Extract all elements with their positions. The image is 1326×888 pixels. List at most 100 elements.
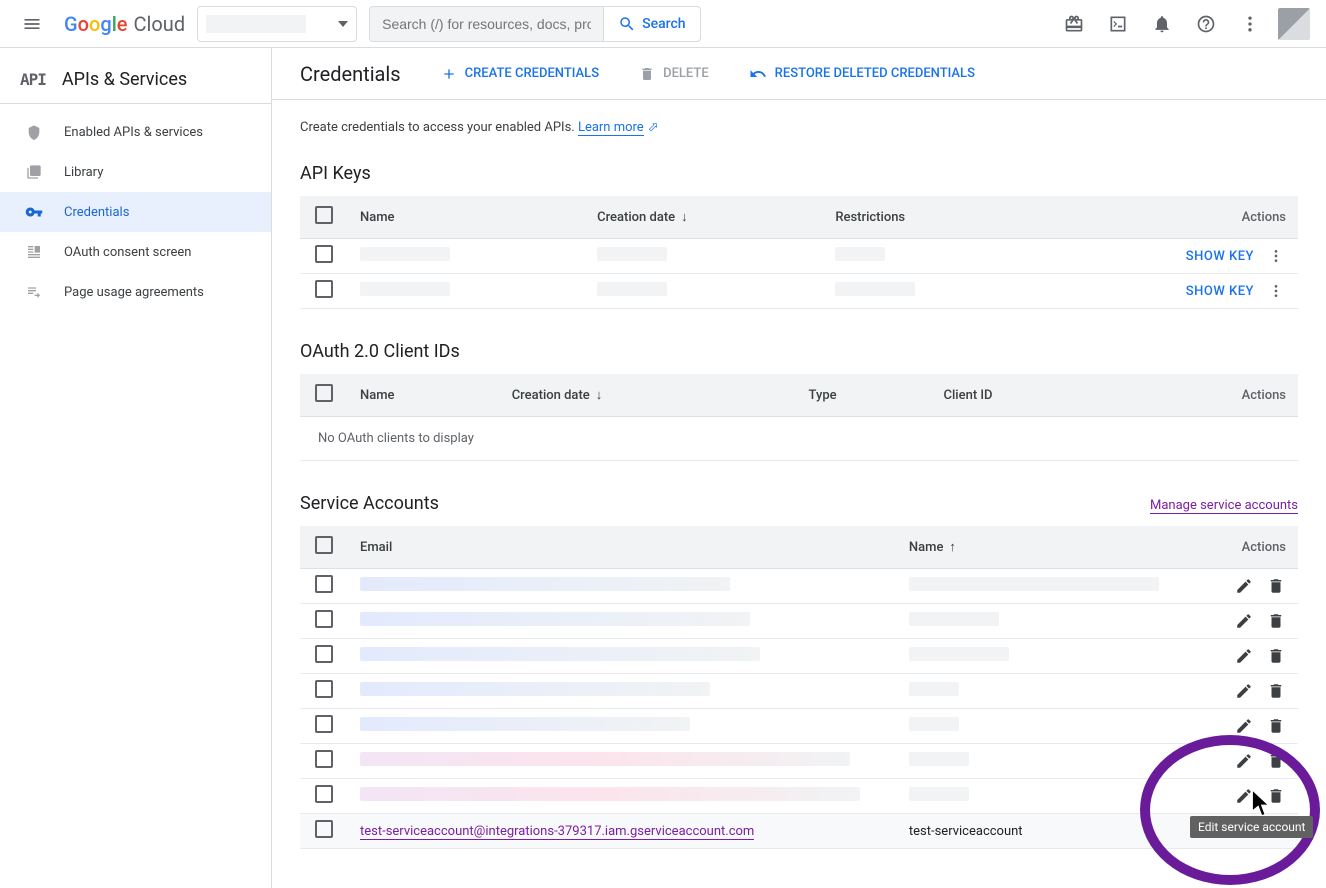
row-checkbox[interactable] xyxy=(315,715,333,733)
delete-button[interactable] xyxy=(1266,716,1286,736)
edit-button[interactable] xyxy=(1234,786,1254,806)
create-credentials-button[interactable]: CREATE CREDENTIALS xyxy=(441,66,599,82)
col-restrictions[interactable]: Restrictions xyxy=(823,196,1039,239)
more-actions-button[interactable] xyxy=(1266,246,1286,266)
notifications-icon[interactable] xyxy=(1142,4,1182,44)
col-name[interactable]: Name xyxy=(348,374,500,417)
service-account-row xyxy=(300,709,1298,744)
header-utility-icons xyxy=(1054,4,1314,44)
search-input[interactable] xyxy=(370,7,603,41)
redacted-date xyxy=(597,247,667,261)
redacted-restrictions xyxy=(835,282,915,296)
free-trial-icon[interactable] xyxy=(1054,4,1094,44)
oauth-clients-section: OAuth 2.0 Client IDs Name Creation date↓… xyxy=(300,341,1298,461)
nav-library[interactable]: Library xyxy=(0,152,271,192)
select-all-checkbox[interactable] xyxy=(315,206,333,224)
consent-icon xyxy=(24,244,44,260)
edit-button[interactable] xyxy=(1234,716,1254,736)
edit-button[interactable] xyxy=(1234,646,1254,666)
col-actions: Actions xyxy=(1121,374,1298,417)
col-type[interactable]: Type xyxy=(797,374,932,417)
redacted-email xyxy=(360,717,690,731)
api-keys-section: API Keys Name Creation date↓ Restriction… xyxy=(300,163,1298,309)
select-all-checkbox[interactable] xyxy=(315,536,333,554)
show-key-button[interactable]: SHOW KEY xyxy=(1186,284,1254,299)
service-account-name: test-serviceaccount xyxy=(897,814,1211,849)
nav-credentials[interactable]: Credentials xyxy=(0,192,271,232)
project-selector[interactable] xyxy=(197,6,357,42)
sidebar: API APIs & Services Enabled APIs & servi… xyxy=(0,48,272,888)
search-button[interactable]: Search xyxy=(603,7,699,41)
external-link-icon: ⬀ xyxy=(648,120,659,135)
col-client-id[interactable]: Client ID xyxy=(932,374,1121,417)
hamburger-menu[interactable] xyxy=(12,4,52,44)
row-checkbox[interactable] xyxy=(315,575,333,593)
key-icon xyxy=(24,203,44,221)
row-checkbox[interactable] xyxy=(315,610,333,628)
delete-button[interactable] xyxy=(1266,611,1286,631)
redacted-name xyxy=(360,247,450,261)
row-checkbox[interactable] xyxy=(315,680,333,698)
delete-button[interactable]: DELETE xyxy=(639,66,709,82)
col-creation-date[interactable]: Creation date↓ xyxy=(500,374,797,417)
col-creation-date[interactable]: Creation date↓ xyxy=(585,196,823,239)
google-cloud-logo[interactable]: Google Cloud xyxy=(64,12,185,36)
helper-text: Create credentials to access your enable… xyxy=(300,120,1298,135)
col-name[interactable]: Name↑ xyxy=(897,526,1211,569)
col-name[interactable]: Name xyxy=(348,196,585,239)
delete-button[interactable] xyxy=(1266,681,1286,701)
nav-enabled-apis[interactable]: Enabled APIs & services xyxy=(0,112,271,152)
delete-button[interactable] xyxy=(1266,786,1286,806)
restore-deleted-button[interactable]: RESTORE DELETED CREDENTIALS xyxy=(749,65,975,83)
redacted-email xyxy=(360,647,760,661)
service-account-row xyxy=(300,779,1298,814)
search-icon xyxy=(618,15,636,33)
row-checkbox[interactable] xyxy=(315,820,333,838)
page-title: Credentials xyxy=(300,62,401,86)
service-accounts-section: Service Accounts Manage service accounts… xyxy=(300,493,1298,849)
edit-button[interactable] xyxy=(1234,611,1254,631)
redacted-email xyxy=(360,752,850,766)
search-bar: Search xyxy=(369,6,700,42)
learn-more-link[interactable]: Learn more xyxy=(578,120,644,136)
more-actions-button[interactable] xyxy=(1266,281,1286,301)
row-checkbox[interactable] xyxy=(315,785,333,803)
help-icon[interactable] xyxy=(1186,4,1226,44)
delete-button[interactable] xyxy=(1266,751,1286,771)
row-checkbox[interactable] xyxy=(315,245,333,263)
redacted-email xyxy=(360,682,710,696)
delete-button[interactable] xyxy=(1266,576,1286,596)
row-checkbox[interactable] xyxy=(315,750,333,768)
plus-icon xyxy=(441,66,457,82)
select-all-checkbox[interactable] xyxy=(315,384,333,402)
account-avatar[interactable] xyxy=(1274,4,1314,44)
api-key-row: SHOW KEY xyxy=(300,274,1298,309)
redacted-name xyxy=(909,787,969,801)
nav-oauth-consent[interactable]: OAuth consent screen xyxy=(0,232,271,272)
main-content: Credentials CREATE CREDENTIALS DELETE RE… xyxy=(272,48,1326,888)
edit-button[interactable] xyxy=(1234,681,1254,701)
row-checkbox[interactable] xyxy=(315,645,333,663)
show-key-button[interactable]: SHOW KEY xyxy=(1186,249,1254,264)
service-account-row xyxy=(300,744,1298,779)
col-email[interactable]: Email xyxy=(348,526,897,569)
project-name-redacted xyxy=(206,15,306,33)
sort-desc-icon: ↓ xyxy=(681,209,688,225)
sort-desc-icon: ↓ xyxy=(596,387,603,403)
sidebar-title: API APIs & Services xyxy=(0,56,271,104)
trash-icon xyxy=(639,66,655,82)
col-actions: Actions xyxy=(1211,526,1298,569)
edit-button[interactable] xyxy=(1234,576,1254,596)
redacted-restrictions xyxy=(835,247,885,261)
api-keys-table: Name Creation date↓ Restrictions Actions xyxy=(300,196,1298,309)
service-account-row xyxy=(300,604,1298,639)
service-account-email-link[interactable]: test-serviceaccount@integrations-379317.… xyxy=(360,824,754,840)
cloud-shell-icon[interactable] xyxy=(1098,4,1138,44)
delete-button[interactable] xyxy=(1266,646,1286,666)
row-checkbox[interactable] xyxy=(315,280,333,298)
nav-page-usage[interactable]: Page usage agreements xyxy=(0,272,271,312)
edit-button[interactable] xyxy=(1234,751,1254,771)
manage-service-accounts-link[interactable]: Manage service accounts xyxy=(1150,498,1298,514)
more-icon[interactable] xyxy=(1230,4,1270,44)
page-header: Credentials CREATE CREDENTIALS DELETE RE… xyxy=(272,48,1326,100)
